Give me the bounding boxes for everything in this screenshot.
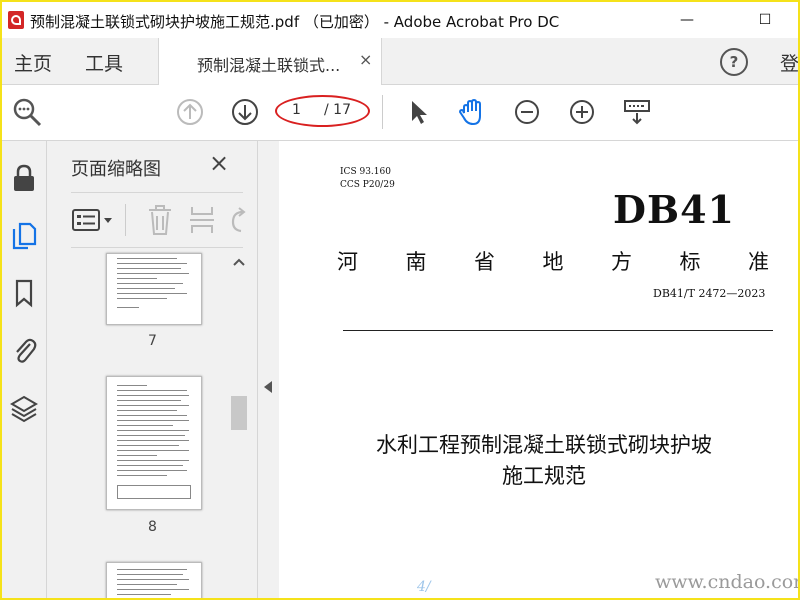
toolbar: 1 / 17 <box>2 85 798 141</box>
panel-collapse-handle[interactable] <box>257 141 280 598</box>
panel-close-icon[interactable]: × <box>209 149 229 177</box>
thumbnails-panel: 页面缩略图 × 7 8 <box>47 141 257 598</box>
thumbnail-options-icon[interactable] <box>71 206 115 234</box>
panel-title: 页面缩略图 <box>71 159 161 180</box>
layers-icon[interactable] <box>10 393 38 423</box>
header-rule <box>343 330 773 331</box>
hand-tool-icon[interactable] <box>455 95 489 129</box>
document-tab-label: 预制混凝土联锁式... <box>197 56 341 75</box>
thumbnail-page[interactable] <box>106 562 202 598</box>
collapse-arrow-icon[interactable] <box>264 381 272 393</box>
zoom-search-icon[interactable] <box>10 95 44 129</box>
insert-page-icon[interactable] <box>187 204 217 236</box>
tab-bar: 主页 工具 预制混凝土联锁式... × ? 登 <box>2 38 798 85</box>
bookmark-icon[interactable] <box>10 278 38 308</box>
document-view[interactable]: ICS 93.160 CCS P20/29 DB41 河 南 省 地 方 标 准… <box>279 141 798 598</box>
login-button[interactable]: 登 <box>780 49 798 76</box>
close-tab-icon[interactable]: × <box>359 50 372 69</box>
tab-tools[interactable]: 工具 <box>85 49 123 76</box>
standard-category-heading: 河 南 省 地 方 标 准 <box>337 250 769 274</box>
scroll-up-icon[interactable] <box>233 257 245 267</box>
tab-home[interactable]: 主页 <box>14 49 52 76</box>
watermark-mark: 4/ <box>417 579 431 595</box>
zoom-in-icon[interactable] <box>565 95 599 129</box>
ccs-code: CCS P20/29 <box>340 180 395 190</box>
delete-page-icon[interactable] <box>145 204 175 236</box>
acrobat-logo-icon <box>8 11 24 29</box>
db-code: DB41 <box>613 187 735 232</box>
scrollbar-thumb[interactable] <box>231 396 247 430</box>
title-bar: 预制混凝土联锁式砌块护坡施工规范.pdf （已加密） - Adobe Acrob… <box>2 2 798 38</box>
thumbnail-table <box>117 485 191 499</box>
panel-toolbar <box>71 192 246 248</box>
site-watermark: www.cndao.com <box>655 571 800 593</box>
maximize-button[interactable]: ☐ <box>743 2 787 38</box>
thumbnail-page-number: 8 <box>148 519 157 535</box>
app-window: 预制混凝土联锁式砌块护坡施工规范.pdf （已加密） - Adobe Acrob… <box>0 0 800 600</box>
select-cursor-icon[interactable] <box>400 95 434 129</box>
scroll-mode-icon[interactable] <box>620 95 654 129</box>
attachment-icon[interactable] <box>10 334 38 364</box>
thumbnail-page[interactable] <box>106 376 202 510</box>
document-title: 水利工程预制混凝土联锁式砌块护坡 施工规范 <box>376 433 712 488</box>
red-annotation-ellipse <box>275 95 370 127</box>
previous-page-icon[interactable] <box>173 95 207 129</box>
document-tab[interactable]: 预制混凝土联锁式... × <box>158 38 382 85</box>
next-page-icon[interactable] <box>228 95 262 129</box>
lock-icon[interactable] <box>10 163 38 193</box>
help-icon[interactable]: ? <box>720 48 748 76</box>
standard-number: DB41/T 2472—2023 <box>653 287 766 300</box>
thumbnail-page-number: 7 <box>148 333 157 349</box>
thumbnail-page[interactable] <box>106 253 202 325</box>
toolbar-divider <box>382 95 383 129</box>
page-thumbnails-icon[interactable] <box>10 220 38 250</box>
left-rail <box>2 141 47 598</box>
minimize-button[interactable]: — <box>665 2 709 38</box>
panel-toolbar-divider <box>125 204 126 236</box>
rotate-page-icon[interactable] <box>227 204 247 236</box>
zoom-out-icon[interactable] <box>510 95 544 129</box>
thumbnails-scrollbar[interactable] <box>230 253 248 598</box>
window-title: 预制混凝土联锁式砌块护坡施工规范.pdf （已加密） - Adobe Acrob… <box>30 13 560 31</box>
ics-code: ICS 93.160 CCS P20/29 <box>340 167 395 190</box>
